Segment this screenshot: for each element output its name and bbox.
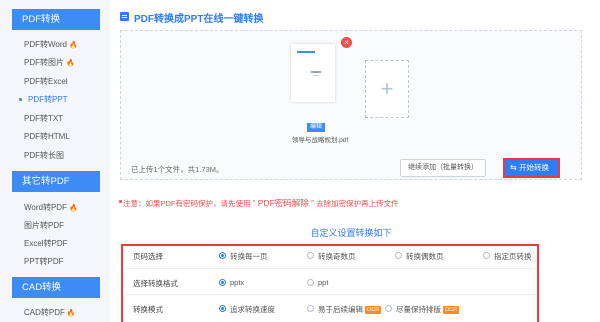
settings-title: 自定义设置转换如下 <box>310 228 392 238</box>
pdf-unlock-link[interactable]: “ PDF密码解除 ” <box>253 198 314 208</box>
document-icon <box>120 12 129 21</box>
sidebar-item-pdf-to-txt[interactable]: PDF转TXT <box>24 113 63 124</box>
sidebar-item-label: PPT转PDF <box>24 257 64 266</box>
thumbnail-text-line <box>313 75 319 76</box>
ocr-badge: OCR <box>365 306 382 314</box>
sidebar-item-label: Excel转PDF <box>24 239 68 248</box>
radio-label: 尽量保持排版 <box>396 305 441 314</box>
notice-prefix: 注意：如果PDF有密码保护，请先使用 <box>123 199 251 208</box>
radio-every-page[interactable] <box>219 252 226 259</box>
sidebar: PDF转换 PDF转Word 🔥 PDF转图片 🔥 PDF转Excel PDF转PP… <box>0 0 110 322</box>
radio-label: 指定页转换 <box>494 252 532 261</box>
sidebar-section-cad[interactable]: CAD转换 <box>12 277 100 298</box>
radio-label: 转换偶数页 <box>406 252 444 261</box>
start-convert-label: 开始转换 <box>519 163 549 172</box>
fire-icon: 🔥 <box>66 60 75 67</box>
fire-icon: 🔥 <box>68 42 78 49</box>
page-select-label: 页码选择 <box>133 252 163 261</box>
sidebar-item-label: Word转PDF <box>24 203 67 212</box>
password-notice: 注意：如果PDF有密码保护，请先使用 “ PDF密码解除 ” 去除加密保护再上传… <box>119 197 399 209</box>
sidebar-item-label: PDF转TXT <box>24 114 64 123</box>
sidebar-item-pdf-to-long-image[interactable]: PDF转长图 <box>24 150 64 161</box>
fire-icon: 🔥 <box>66 310 76 317</box>
sidebar-item-excel-to-pdf[interactable]: Excel转PDF <box>24 238 68 249</box>
radio-specific-pages[interactable] <box>483 252 490 259</box>
radio-label: 转换每一页 <box>230 252 268 261</box>
file-name: 领导与战略规划.pdf <box>291 137 349 144</box>
radio-pptx[interactable] <box>219 279 226 286</box>
sidebar-item-ppt-to-pdf[interactable]: PPT转PDF <box>24 256 64 267</box>
fire-icon: 🔥 <box>68 205 78 212</box>
radio-odd-pages[interactable] <box>307 252 314 259</box>
bullet-icon <box>119 200 122 203</box>
sidebar-section-other-to-pdf[interactable]: 其它转PDF <box>12 171 100 192</box>
sidebar-item-label: PDF转图片 <box>24 58 64 67</box>
mode-select-label: 转换模式 <box>133 305 163 314</box>
radio-label: ppt <box>318 278 329 287</box>
format-select-label: 选择转换格式 <box>133 279 178 288</box>
sidebar-item-label: PDF转Excel <box>24 77 68 86</box>
radio-label-editable: 易于后续编辑 OCR <box>318 304 382 315</box>
add-file-button[interactable]: + <box>365 60 409 118</box>
radio-label: pptx <box>230 278 245 287</box>
start-convert-button[interactable]: ⇆ 开始转换 <box>503 158 560 178</box>
sidebar-item-label: CAD转PDF <box>24 308 65 317</box>
notice-suffix: 去除加密保护再上传文件 <box>316 199 399 208</box>
sidebar-item-word-to-pdf[interactable]: Word转PDF 🔥 <box>24 202 78 214</box>
file-thumbnail[interactable] <box>291 44 335 102</box>
sidebar-item-pdf-to-excel[interactable]: PDF转Excel <box>24 76 68 87</box>
thumbnail-text-line <box>311 71 321 73</box>
row-divider <box>123 294 537 295</box>
upload-status: 已上传1个文件，共1.73M。 <box>131 165 224 174</box>
batch-add-button[interactable]: 继续添加（批量转换） <box>400 159 486 177</box>
sidebar-item-label: PDF转长图 <box>24 151 64 160</box>
sidebar-item-cad-to-pdf[interactable]: CAD转PDF 🔥 <box>24 307 76 319</box>
sidebar-item-label: PDF转Word <box>24 40 67 49</box>
radio-label-layout: 尽量保持排版 OCR <box>396 304 460 315</box>
active-dot-icon <box>19 98 22 101</box>
sidebar-item-label: PDF转HTML <box>24 132 70 141</box>
sidebar-item-pdf-to-ppt[interactable]: PDF转PPT <box>19 94 68 105</box>
sidebar-item-label: PDF转PPT <box>28 95 68 104</box>
sidebar-item-image-to-pdf[interactable]: 图片转PDF <box>24 220 64 231</box>
sidebar-section-pdf-convert[interactable]: PDF转换 <box>12 9 100 30</box>
radio-layout-mode[interactable] <box>385 305 392 312</box>
convert-icon: ⇆ <box>510 163 517 172</box>
sidebar-item-pdf-to-html[interactable]: PDF转HTML <box>24 131 70 142</box>
sidebar-item-pdf-to-image[interactable]: PDF转图片 🔥 <box>24 57 75 69</box>
plus-icon: + <box>380 76 394 101</box>
radio-editable-mode[interactable] <box>307 305 314 312</box>
radio-label: 追求转换速度 <box>230 305 275 314</box>
sidebar-item-pdf-to-word[interactable]: PDF转Word 🔥 <box>24 39 78 51</box>
remove-file-icon[interactable]: × <box>341 37 352 48</box>
ocr-badge: OCR <box>443 306 460 314</box>
radio-label: 易于后续编辑 <box>318 305 363 314</box>
sidebar-item-label: 图片转PDF <box>24 221 64 230</box>
radio-even-pages[interactable] <box>395 252 402 259</box>
radio-ppt[interactable] <box>307 279 314 286</box>
page-title: PDF转换成PPT在线一键转换 <box>134 14 264 25</box>
row-divider <box>123 268 537 269</box>
radio-speed-mode[interactable] <box>219 305 226 312</box>
thumbnail-header-line <box>297 51 315 53</box>
radio-label: 转换奇数页 <box>318 252 356 261</box>
edit-file-button[interactable]: 编辑 <box>307 123 325 132</box>
